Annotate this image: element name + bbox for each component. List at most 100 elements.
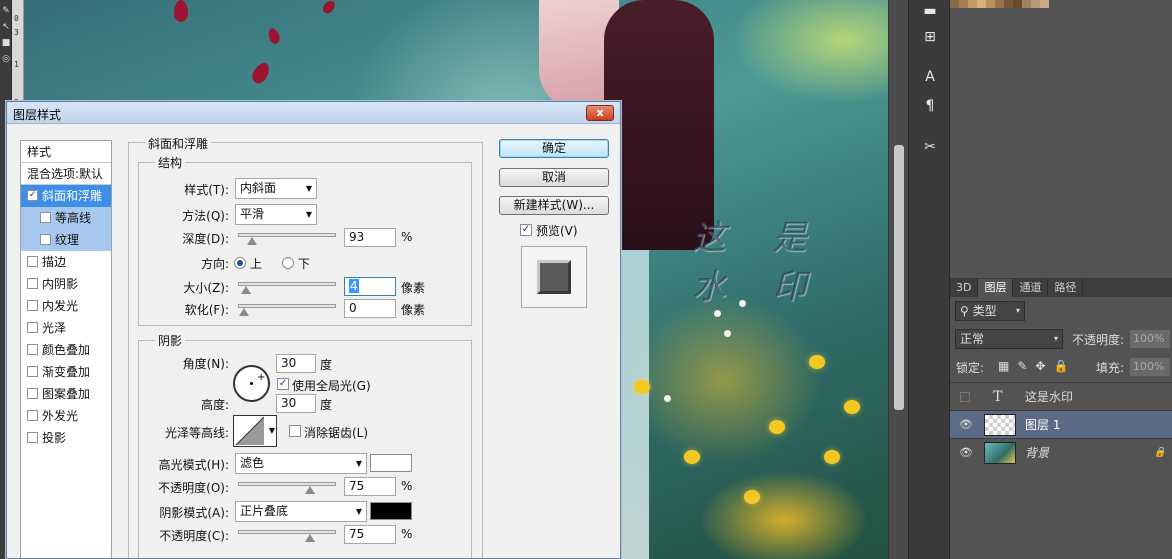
- slider-knob[interactable]: [240, 286, 251, 294]
- style-checkbox[interactable]: [40, 212, 51, 223]
- pen-tool-icon[interactable]: ✎: [1, 6, 11, 16]
- layer-row-layer-1[interactable]: 👁 图层 1: [950, 410, 1172, 438]
- color-swatch[interactable]: [959, 0, 968, 8]
- style-checkbox[interactable]: [27, 410, 38, 421]
- style-item[interactable]: 渐变叠加: [21, 361, 111, 383]
- color-swatch[interactable]: [950, 0, 959, 8]
- style-checkbox[interactable]: [27, 300, 38, 311]
- style-item[interactable]: ✓ 斜面和浮雕: [21, 185, 111, 207]
- soften-field[interactable]: 0: [344, 299, 396, 318]
- opacity-field[interactable]: 100%: [1130, 330, 1170, 348]
- slider-knob[interactable]: [246, 237, 257, 245]
- close-button[interactable]: x: [586, 105, 614, 121]
- global-light-checkbox[interactable]: ✓: [277, 378, 289, 390]
- color-swatch[interactable]: [995, 0, 1004, 8]
- tab-paths[interactable]: 路径: [1048, 279, 1084, 297]
- style-checkbox[interactable]: ✓: [27, 190, 38, 201]
- path-select-icon[interactable]: ↖: [1, 22, 11, 32]
- layer-row-watermark-text[interactable]: T 这是水印: [950, 382, 1172, 410]
- style-checkbox[interactable]: [40, 234, 51, 245]
- shadow-opacity-field[interactable]: 75: [344, 525, 396, 544]
- lock-icons[interactable]: ▦✎✥🔒: [998, 359, 1078, 377]
- clone-source-icon[interactable]: ⊞: [919, 26, 941, 48]
- eye-icon[interactable]: 👁: [959, 439, 973, 467]
- style-item[interactable]: 外发光: [21, 405, 111, 427]
- color-swatch[interactable]: [968, 0, 977, 8]
- tool-presets-icon[interactable]: ✂: [919, 136, 941, 158]
- color-swatch[interactable]: [1031, 0, 1040, 8]
- highlight-color-swatch[interactable]: [370, 454, 412, 472]
- color-swatch[interactable]: [977, 0, 986, 8]
- visibility-toggle[interactable]: [960, 392, 970, 402]
- tab-channels[interactable]: 通道: [1013, 279, 1049, 297]
- direction-up-radio[interactable]: [234, 257, 246, 269]
- slider-knob[interactable]: [305, 486, 315, 494]
- dialog-title-bar[interactable]: 图层样式 x: [7, 102, 620, 124]
- style-item[interactable]: 等高线: [21, 207, 111, 229]
- technique-select[interactable]: 平滑 ▼: [235, 204, 317, 225]
- bevel-style-select[interactable]: 内斜面 ▼: [235, 178, 317, 199]
- highlight-opacity-field[interactable]: 75: [344, 477, 396, 496]
- paragraph-panel-icon[interactable]: ¶: [919, 95, 941, 117]
- eye-icon[interactable]: 👁: [959, 411, 973, 439]
- color-swatch[interactable]: [1004, 0, 1013, 8]
- style-checkbox[interactable]: [27, 366, 38, 377]
- depth-slider[interactable]: [238, 233, 336, 245]
- style-checkbox[interactable]: [27, 278, 38, 289]
- style-item[interactable]: 描边: [21, 251, 111, 273]
- scrollbar-thumb[interactable]: [894, 145, 904, 410]
- style-item[interactable]: 图案叠加: [21, 383, 111, 405]
- blending-options-item[interactable]: 混合选项:默认: [21, 163, 111, 185]
- canvas-vertical-scrollbar[interactable]: [888, 0, 908, 559]
- shape-tool-icon[interactable]: ■: [1, 38, 11, 48]
- angle-field[interactable]: 30: [276, 354, 316, 373]
- layer-row-background[interactable]: 👁 背景 🔒: [950, 438, 1172, 466]
- depth-field[interactable]: 93: [344, 228, 396, 247]
- color-swatch[interactable]: [1022, 0, 1031, 8]
- cancel-button[interactable]: 取消: [499, 168, 609, 187]
- tab-3d[interactable]: 3D: [950, 279, 979, 297]
- style-item[interactable]: 光泽: [21, 317, 111, 339]
- blend-mode-select[interactable]: 正常 ▾: [955, 329, 1063, 349]
- altitude-field[interactable]: 30: [276, 394, 316, 413]
- layer-filter-select[interactable]: ⚲ 类型 ▾: [955, 301, 1025, 321]
- shadow-color-swatch[interactable]: [370, 502, 412, 520]
- direction-down-radio[interactable]: [282, 257, 294, 269]
- style-item[interactable]: 内阴影: [21, 273, 111, 295]
- style-item[interactable]: 颜色叠加: [21, 339, 111, 361]
- highlight-opacity-slider[interactable]: [238, 482, 336, 494]
- layer-thumbnail: [984, 414, 1016, 436]
- character-panel-icon[interactable]: A: [919, 66, 941, 88]
- style-item[interactable]: 内发光: [21, 295, 111, 317]
- preview-checkbox[interactable]: ✓: [520, 224, 532, 236]
- size-slider[interactable]: [238, 282, 336, 294]
- color-swatch[interactable]: [1013, 0, 1022, 8]
- highlight-mode-select[interactable]: 滤色 ▼: [235, 453, 367, 474]
- ok-button[interactable]: 确定: [499, 139, 609, 158]
- shadow-opacity-slider[interactable]: [238, 530, 336, 542]
- style-item[interactable]: 纹理: [21, 229, 111, 251]
- soften-slider[interactable]: [238, 304, 336, 316]
- slider-knob[interactable]: [305, 534, 315, 542]
- style-checkbox[interactable]: [27, 322, 38, 333]
- new-style-button[interactable]: 新建样式(W)...: [499, 196, 609, 215]
- style-checkbox[interactable]: [27, 388, 38, 399]
- size-field[interactable]: 4: [344, 277, 396, 296]
- shadow-mode-select[interactable]: 正片叠底 ▼: [235, 501, 367, 522]
- style-item[interactable]: 投影: [21, 427, 111, 449]
- history-icon[interactable]: ▬: [919, 0, 941, 22]
- styles-header[interactable]: 样式: [21, 141, 111, 163]
- anti-aliased-checkbox[interactable]: [289, 425, 301, 437]
- fill-field[interactable]: 100%: [1130, 358, 1170, 376]
- style-checkbox[interactable]: [27, 256, 38, 267]
- tab-layers[interactable]: 图层: [978, 279, 1014, 297]
- gloss-contour-picker[interactable]: ▼: [233, 415, 277, 447]
- color-swatch[interactable]: [1040, 0, 1049, 8]
- style-checkbox[interactable]: [27, 432, 38, 443]
- style-checkbox[interactable]: [27, 344, 38, 355]
- color-swatch[interactable]: [986, 0, 995, 8]
- slider-knob[interactable]: [239, 308, 249, 316]
- zoom-tool-icon[interactable]: ◎: [1, 54, 11, 64]
- angle-dial[interactable]: +: [233, 365, 270, 402]
- swatches-strip[interactable]: [950, 0, 1172, 8]
